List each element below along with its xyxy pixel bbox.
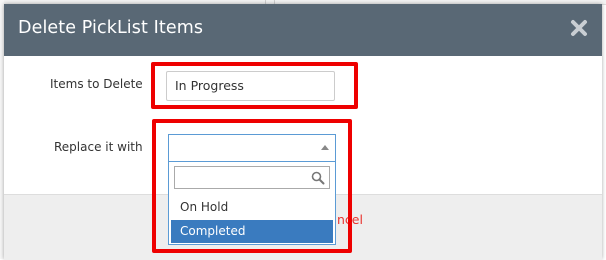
dropdown-option-on-hold[interactable]: On Hold bbox=[171, 196, 333, 219]
replace-with-label: Replace it with bbox=[54, 140, 143, 154]
dialog-header: Delete PickList Items bbox=[4, 4, 602, 56]
dialog-title: Delete PickList Items bbox=[18, 18, 204, 38]
replace-with-dropdown: On Hold Completed bbox=[168, 162, 336, 245]
items-to-delete-label: Items to Delete bbox=[50, 77, 143, 91]
replace-with-select[interactable] bbox=[168, 134, 336, 162]
close-icon[interactable] bbox=[570, 19, 588, 37]
dropdown-option-completed[interactable]: Completed bbox=[171, 220, 333, 243]
dropdown-search-input[interactable] bbox=[174, 166, 330, 189]
caret-up-icon bbox=[321, 145, 329, 150]
cancel-button[interactable]: ncel bbox=[337, 212, 367, 227]
search-icon bbox=[311, 171, 325, 185]
items-to-delete-field[interactable]: In Progress bbox=[166, 71, 335, 101]
